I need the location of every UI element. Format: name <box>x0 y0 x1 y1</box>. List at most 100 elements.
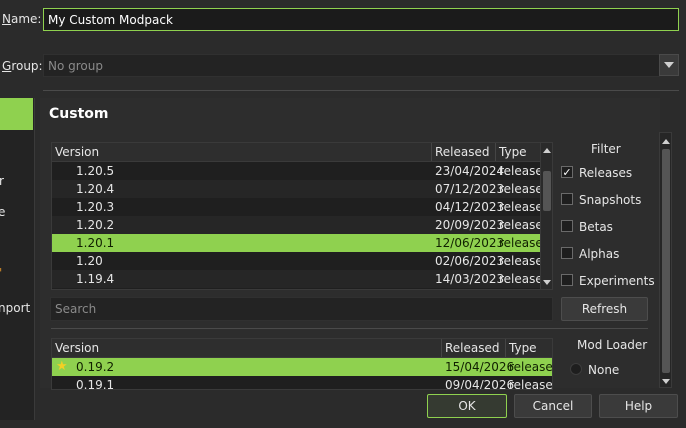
cell-version: 0.19.1 <box>76 378 115 390</box>
mod-loader-title-text: Mod Loader <box>577 338 648 352</box>
table-row[interactable]: 1.20 02/06/2023 release <box>52 252 543 270</box>
betas-checkbox[interactable] <box>561 220 573 232</box>
alphas-label-text: Alphas <box>579 247 620 261</box>
column-header-label: Type <box>509 341 537 355</box>
column-header-type[interactable]: Type <box>496 143 540 161</box>
mod-loader-table-header: Version Released Type <box>52 339 552 358</box>
refresh-button-label: Refresh <box>581 302 628 316</box>
cell-version: 0.19.2 <box>76 360 115 374</box>
section-divider <box>51 328 648 329</box>
sidebar-item-3[interactable]: e <box>0 205 5 219</box>
sidebar-item-label: e <box>0 205 6 219</box>
alphas-checkbox[interactable] <box>561 247 573 259</box>
cell-released: 14/03/2023 <box>435 272 505 286</box>
name-field[interactable]: My Custom Modpack <box>43 8 679 31</box>
group-label: Group: <box>2 59 43 73</box>
cell-released: 12/06/2023 <box>435 236 505 250</box>
group-placeholder: No group <box>48 58 103 73</box>
releases-label: Releases <box>579 166 632 180</box>
snapshots-label: Snapshots <box>579 193 641 207</box>
top-divider <box>43 90 679 91</box>
column-header-released[interactable]: Released <box>442 339 506 357</box>
version-table-header: Version Released Type <box>52 143 552 162</box>
group-dropdown-button[interactable] <box>659 54 679 76</box>
name-label: Name: <box>2 12 41 26</box>
cell-released: 15/04/2026 <box>445 360 515 374</box>
snapshots-label-text: Snapshots <box>579 193 642 207</box>
experiments-checkbox[interactable] <box>561 274 573 286</box>
scroll-down-button[interactable] <box>541 276 552 288</box>
table-row[interactable]: 1.20.2 20/09/2023 release <box>52 216 543 234</box>
cell-released: 07/12/2023 <box>435 182 505 196</box>
page-sidebar: r e ' nport <box>0 98 35 420</box>
search-input[interactable]: Search <box>50 297 553 321</box>
cell-released: 23/04/2024 <box>435 164 505 178</box>
scroll-up-button[interactable] <box>541 144 552 156</box>
chevron-up-icon <box>662 138 670 144</box>
column-header-label: Type <box>499 145 527 159</box>
table-row[interactable]: 0.19.1 09/04/2026 release <box>52 376 553 390</box>
cancel-button[interactable]: Cancel <box>514 394 592 418</box>
table-row[interactable]: 1.19.4 14/03/2023 release <box>52 270 543 288</box>
table-row-selected[interactable]: 1.20.1 12/06/2023 release <box>52 234 543 252</box>
column-header-label: Version <box>55 341 100 355</box>
cell-released: 04/12/2023 <box>435 200 505 214</box>
column-header-type[interactable]: Type <box>506 339 552 357</box>
table-row[interactable]: 1.20.3 04/12/2023 release <box>52 198 543 216</box>
group-combobox[interactable]: No group <box>43 54 660 77</box>
version-table[interactable]: Version Released Type 1.20.5 23/04/2024 … <box>51 142 553 290</box>
cell-released: 20/09/2023 <box>435 218 505 232</box>
none-radio[interactable] <box>570 363 582 375</box>
scroll-thumb[interactable] <box>662 149 670 373</box>
help-button-label: Help <box>624 399 653 413</box>
cell-type: release <box>499 236 543 250</box>
version-table-scrollbar[interactable] <box>540 143 552 289</box>
sidebar-item-2[interactable]: r <box>0 174 4 188</box>
sidebar-item-4[interactable]: ' <box>0 266 2 280</box>
sidebar-item-label: nport <box>0 301 31 315</box>
snapshots-checkbox[interactable] <box>561 193 573 205</box>
scroll-thumb[interactable] <box>543 171 551 211</box>
refresh-button[interactable]: Refresh <box>561 297 648 321</box>
sidebar-item-selected[interactable] <box>0 98 33 130</box>
cell-type: release <box>509 378 553 390</box>
scroll-up-button[interactable] <box>660 135 672 147</box>
column-header-label: Version <box>55 145 100 159</box>
help-button[interactable]: Help <box>599 394 678 418</box>
filter-title-text: Filter <box>591 142 621 156</box>
alphas-label: Alphas <box>579 247 619 261</box>
ok-button[interactable]: OK <box>427 394 507 418</box>
cell-type: release <box>499 182 543 196</box>
releases-checkbox[interactable]: ✓ <box>561 166 573 178</box>
table-row-selected[interactable]: ★ 0.19.2 15/04/2026 release <box>52 358 552 376</box>
betas-label: Betas <box>579 220 613 234</box>
cell-version: 1.20 <box>76 254 103 268</box>
panel-scrollbar[interactable] <box>659 132 672 388</box>
cell-type: release <box>499 254 543 268</box>
star-icon: ★ <box>56 359 68 374</box>
column-header-version[interactable]: Version <box>52 339 442 357</box>
column-header-version[interactable]: Version <box>52 143 432 161</box>
ok-button-label: OK <box>458 399 476 413</box>
column-header-released[interactable]: Released <box>432 143 496 161</box>
column-header-label: Released <box>435 145 490 159</box>
sidebar-item-import[interactable]: nport <box>0 301 30 315</box>
name-label-text: Name: <box>2 12 42 26</box>
cell-version: 1.20.2 <box>76 218 115 232</box>
filter-title: Filter <box>591 142 621 156</box>
scroll-down-button[interactable] <box>660 375 672 387</box>
table-row[interactable]: 1.20.4 07/12/2023 release <box>52 180 543 198</box>
cell-version: 1.19.4 <box>76 272 115 286</box>
cell-type: release <box>499 218 543 232</box>
search-placeholder: Search <box>55 302 97 316</box>
check-icon: ✓ <box>562 165 572 179</box>
cell-version: 1.20.4 <box>76 182 115 196</box>
sidebar-item-label: r <box>0 174 4 188</box>
cell-type: release <box>509 360 553 374</box>
mod-loader-table[interactable]: Version Released Type ★ 0.19.2 15/04/202… <box>51 338 553 390</box>
cell-type: release <box>499 164 543 178</box>
table-row[interactable]: 1.20.5 23/04/2024 release <box>52 162 543 180</box>
name-field-value: My Custom Modpack <box>48 12 173 27</box>
cell-version: 1.20.3 <box>76 200 115 214</box>
group-label-text: Group: <box>2 59 43 73</box>
